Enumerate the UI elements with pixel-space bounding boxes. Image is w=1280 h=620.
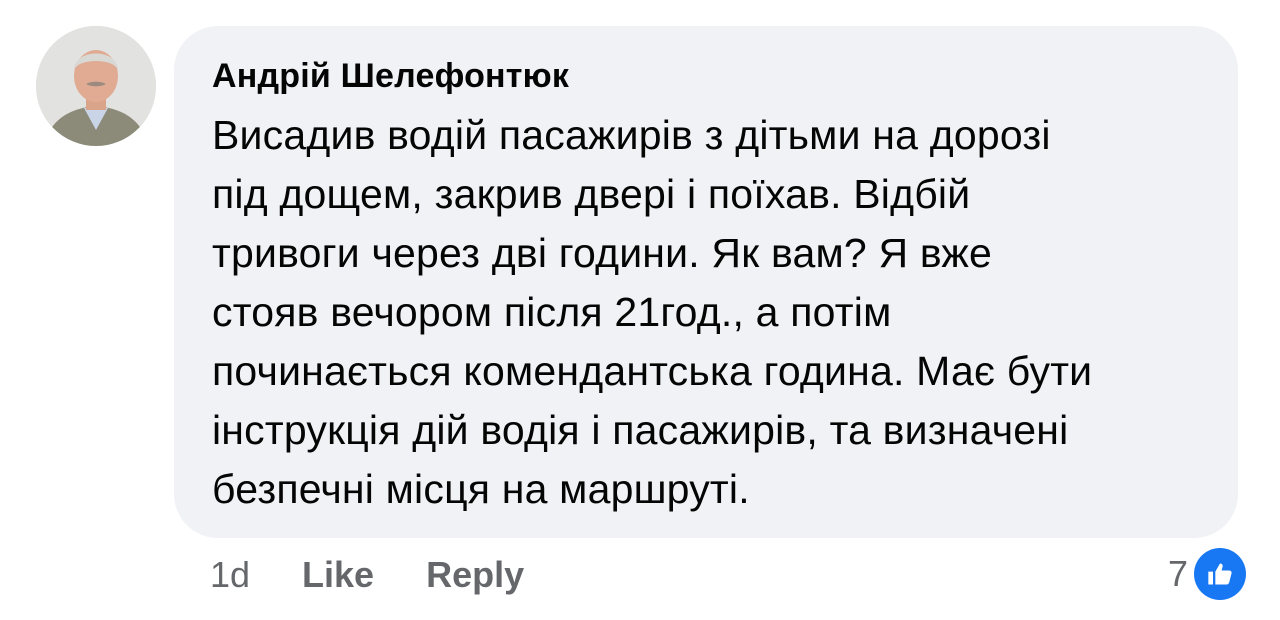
like-button[interactable]: Like xyxy=(302,554,374,596)
comment-actions: 1d Like Reply xyxy=(210,552,524,598)
comment-timestamp[interactable]: 1d xyxy=(210,554,250,596)
comment: Андрій Шелефонтюк Висадив водій пасажирі… xyxy=(0,0,1280,620)
comment-author[interactable]: Андрій Шелефонтюк xyxy=(212,56,1214,96)
thumbs-up-icon xyxy=(1194,548,1246,600)
reaction-count: 7 xyxy=(1167,553,1188,594)
reaction-summary[interactable]: 7 xyxy=(1168,548,1246,600)
comment-text: Висадив водій пасажирів з дітьми на доро… xyxy=(212,112,1093,512)
comment-bubble: Андрій Шелефонтюк Висадив водій пасажирі… xyxy=(174,26,1238,538)
avatar[interactable] xyxy=(36,26,156,146)
reply-button[interactable]: Reply xyxy=(426,554,524,596)
avatar-image xyxy=(36,26,156,146)
